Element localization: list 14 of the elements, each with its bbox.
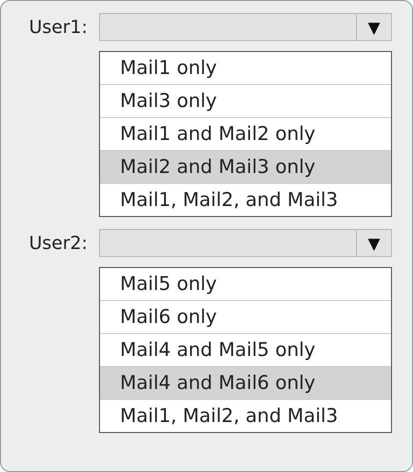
- option-item[interactable]: Mail3 only: [100, 84, 391, 117]
- option-item[interactable]: Mail6 only: [100, 300, 391, 333]
- dropdown-arrow-button[interactable]: ▼: [356, 14, 391, 40]
- user-label: User1:: [29, 16, 89, 38]
- option-item[interactable]: Mail4 and Mail6 only: [100, 366, 391, 399]
- dropdown-arrow-button[interactable]: ▼: [356, 230, 391, 256]
- dropdown[interactable]: ▼: [99, 13, 392, 41]
- dropdown[interactable]: ▼: [99, 229, 392, 257]
- option-item[interactable]: Mail1, Mail2, and Mail3: [100, 399, 391, 432]
- option-item[interactable]: Mail5 only: [100, 268, 391, 300]
- user-label: User2:: [29, 232, 89, 254]
- option-item[interactable]: Mail1, Mail2, and Mail3: [100, 183, 391, 216]
- option-item[interactable]: Mail1 only: [100, 52, 391, 84]
- option-item[interactable]: Mail2 and Mail3 only: [100, 150, 391, 183]
